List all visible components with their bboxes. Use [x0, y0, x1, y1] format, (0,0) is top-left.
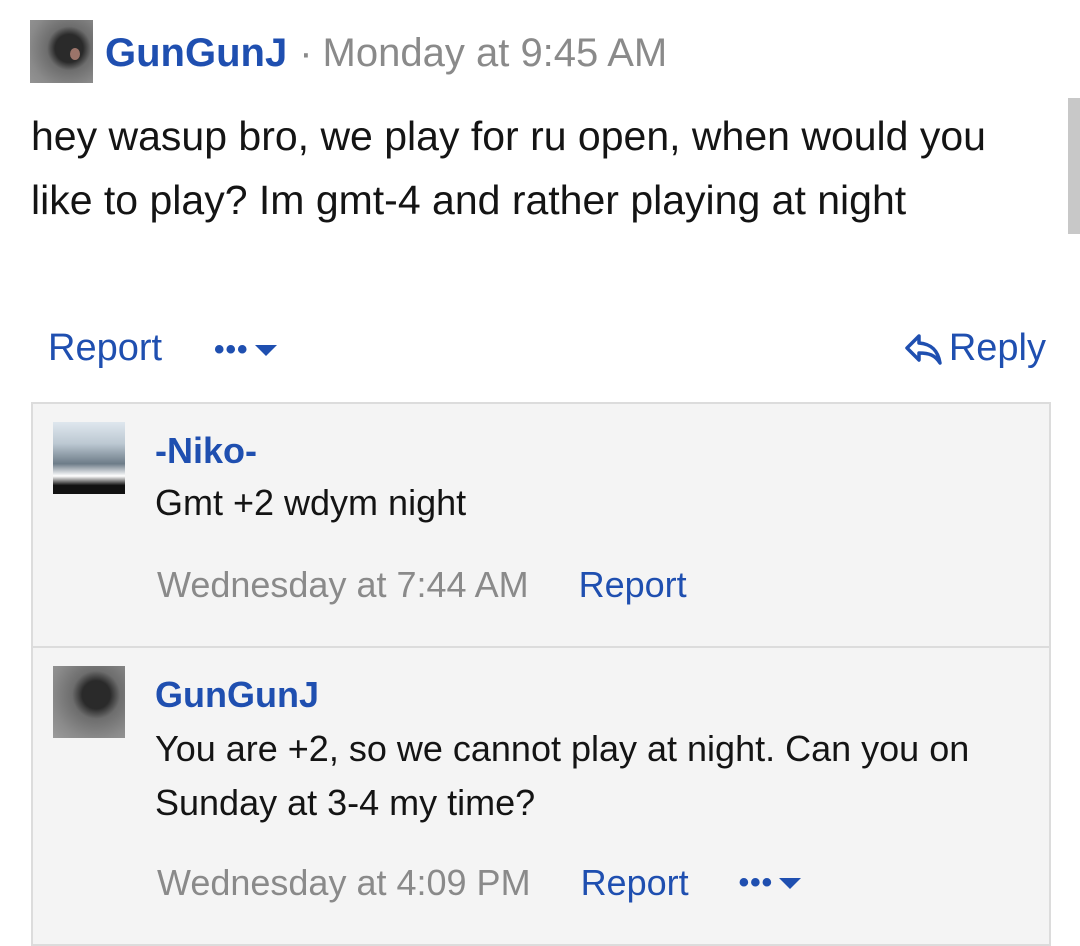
comments-section: -Niko- Gmt +2 wdym night Wednesday at 7:… — [31, 402, 1051, 946]
more-dots-icon: ••• — [738, 866, 774, 899]
report-link[interactable]: Report — [48, 327, 162, 370]
comment-author[interactable]: -Niko- — [155, 430, 257, 472]
chevron-down-icon — [779, 877, 802, 889]
reply-label: Reply — [948, 327, 1046, 369]
comment-timestamp[interactable]: Wednesday at 4:09 PM — [157, 862, 531, 904]
scrollbar[interactable] — [1068, 98, 1080, 234]
post-timestamp[interactable]: Monday at 9:45 AM — [323, 31, 668, 76]
comment-meta: Wednesday at 4:09 PM Report ••• — [157, 862, 802, 904]
reply-button[interactable]: Reply — [903, 327, 1046, 370]
separator: · — [299, 30, 313, 75]
report-link[interactable]: Report — [579, 564, 687, 606]
avatar[interactable] — [30, 20, 93, 83]
comment-text: Gmt +2 wdym night — [155, 482, 467, 523]
comment-meta: Wednesday at 7:44 AM Report — [157, 564, 687, 606]
more-options-button[interactable]: ••• — [739, 866, 802, 900]
report-link[interactable]: Report — [581, 862, 689, 904]
reply-arrow-icon — [905, 333, 942, 365]
comment-author[interactable]: GunGunJ — [155, 674, 319, 716]
comment: GunGunJ You are +2, so we cannot play at… — [33, 646, 1049, 944]
post-header: GunGunJ · Monday at 9:45 AM — [105, 28, 667, 78]
avatar[interactable] — [53, 666, 125, 738]
more-options-button[interactable]: ••• — [214, 333, 277, 367]
comment-timestamp[interactable]: Wednesday at 7:44 AM — [157, 564, 529, 606]
chevron-down-icon — [254, 344, 277, 356]
comment-text: You are +2, so we cannot play at night. … — [155, 728, 970, 823]
more-dots-icon: ••• — [214, 333, 249, 366]
avatar[interactable] — [53, 422, 125, 494]
comment: -Niko- Gmt +2 wdym night Wednesday at 7:… — [33, 404, 1049, 646]
post-author[interactable]: GunGunJ — [105, 31, 287, 76]
post-body: hey wasup bro, we play for ru open, when… — [31, 113, 986, 223]
post-actions: Report ••• Reply — [48, 323, 1048, 373]
